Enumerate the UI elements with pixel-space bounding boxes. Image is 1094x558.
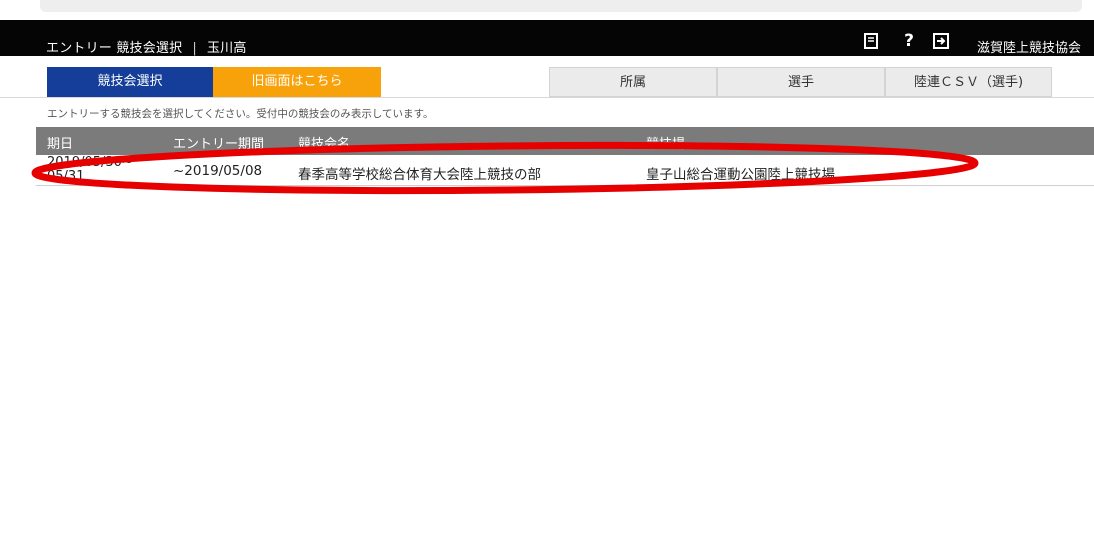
column-header-entry-period: エントリー期間 — [173, 137, 265, 152]
address-bar-remnant — [40, 0, 1082, 12]
logout-icon[interactable] — [932, 32, 950, 50]
column-header-date: 期日 — [47, 137, 74, 152]
tab-affiliation[interactable]: 所属 — [549, 67, 717, 97]
book-icon[interactable] — [862, 32, 880, 50]
tab-select-meet[interactable]: 競技会選択 — [47, 67, 213, 97]
instruction-text: エントリーする競技会を選択してください。受付中の競技会のみ表示しています。 — [47, 108, 434, 120]
row-date-end: 05/31 — [47, 169, 85, 184]
row-date-start: 2019/05/30~ — [47, 155, 133, 170]
breadcrumb-separator: | — [192, 41, 197, 56]
tab-athlete[interactable]: 選手 — [717, 67, 885, 97]
app-header: エントリー 競技会選択 | 玉川高 ? 滋賀陸上競技協会 — [0, 20, 1094, 56]
breadcrumb: エントリー 競技会選択 — [46, 41, 183, 56]
association-name: 滋賀陸上競技協会 — [977, 41, 1082, 56]
browser-top-strip — [0, 0, 1094, 20]
tab-csv-athlete[interactable]: 陸連ＣＳＶ（選手) — [885, 67, 1052, 97]
tab-old-screen[interactable]: 旧画面はこちら — [213, 67, 381, 97]
row-venue: 皇子山総合運動公園陸上競技場 — [646, 167, 835, 183]
table-header: 期日 エントリー期間 競技会名 競技場 — [36, 127, 1094, 155]
row-date: 2019/05/30~ 05/31 — [47, 156, 133, 184]
row-meet-name[interactable]: 春季高等学校総合体育大会陸上競技の部 — [298, 163, 541, 183]
help-icon[interactable]: ? — [900, 31, 918, 51]
school-name: 玉川高 — [206, 41, 247, 56]
column-header-venue: 競技場 — [646, 137, 686, 152]
column-header-meet-name: 競技会名 — [298, 137, 351, 152]
page-title: エントリー 競技会選択 | 玉川高 — [46, 37, 247, 56]
row-entry-period: ~2019/05/08 — [173, 163, 263, 179]
table-row[interactable]: 2019/05/30~ 05/31 ~2019/05/08 春季高等学校総合体育大… — [36, 155, 1094, 186]
divider — [0, 97, 1094, 98]
